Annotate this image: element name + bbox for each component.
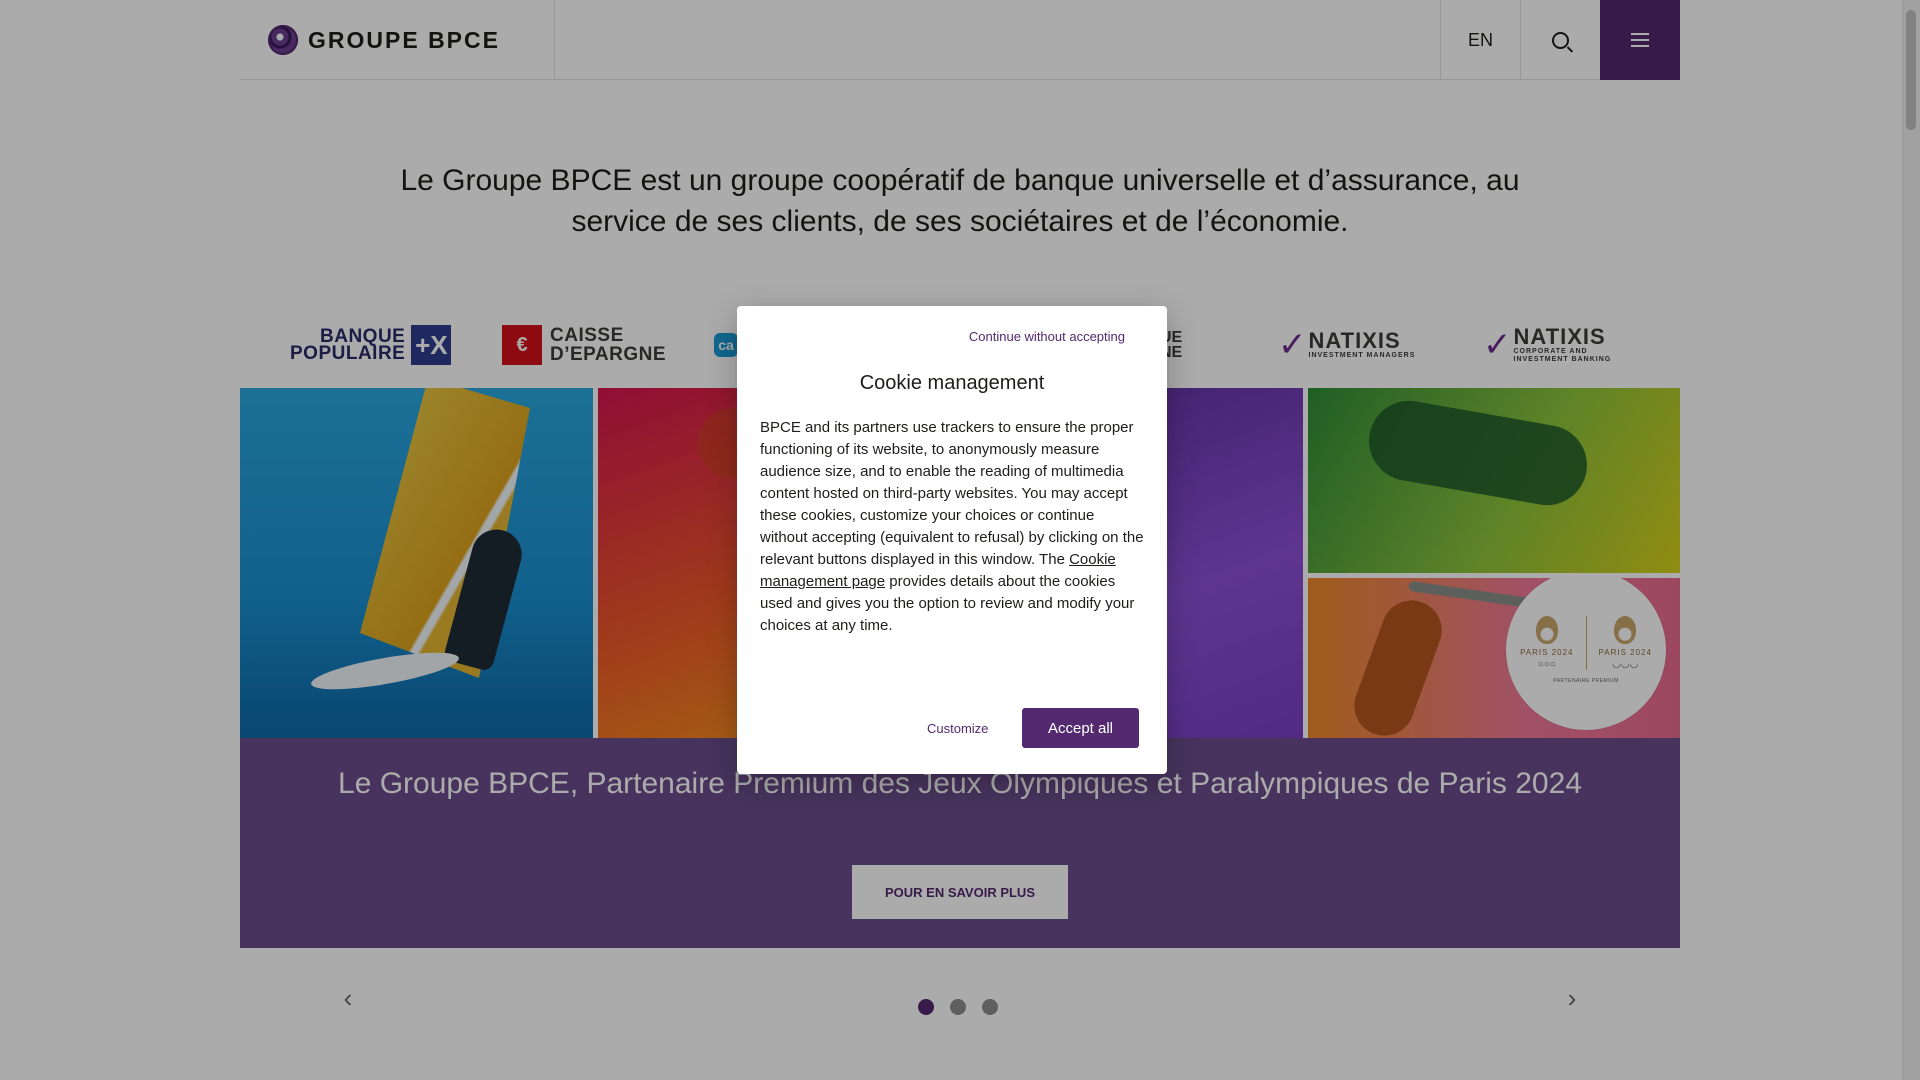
page: GROUPE BPCE EN Le Groupe BPCE est un gro… xyxy=(0,0,1920,1080)
cookie-body-text: BPCE and its partners use trackers to en… xyxy=(760,419,1144,568)
accept-all-button[interactable]: Accept all xyxy=(1022,708,1139,748)
cookie-modal-body: BPCE and its partners use trackers to en… xyxy=(760,417,1144,637)
continue-without-accepting-link[interactable]: Continue without accepting xyxy=(969,329,1125,344)
cookie-modal: Continue without accepting Cookie manage… xyxy=(737,306,1167,774)
customize-button[interactable]: Customize xyxy=(927,721,988,736)
cookie-modal-title: Cookie management xyxy=(859,372,1045,394)
